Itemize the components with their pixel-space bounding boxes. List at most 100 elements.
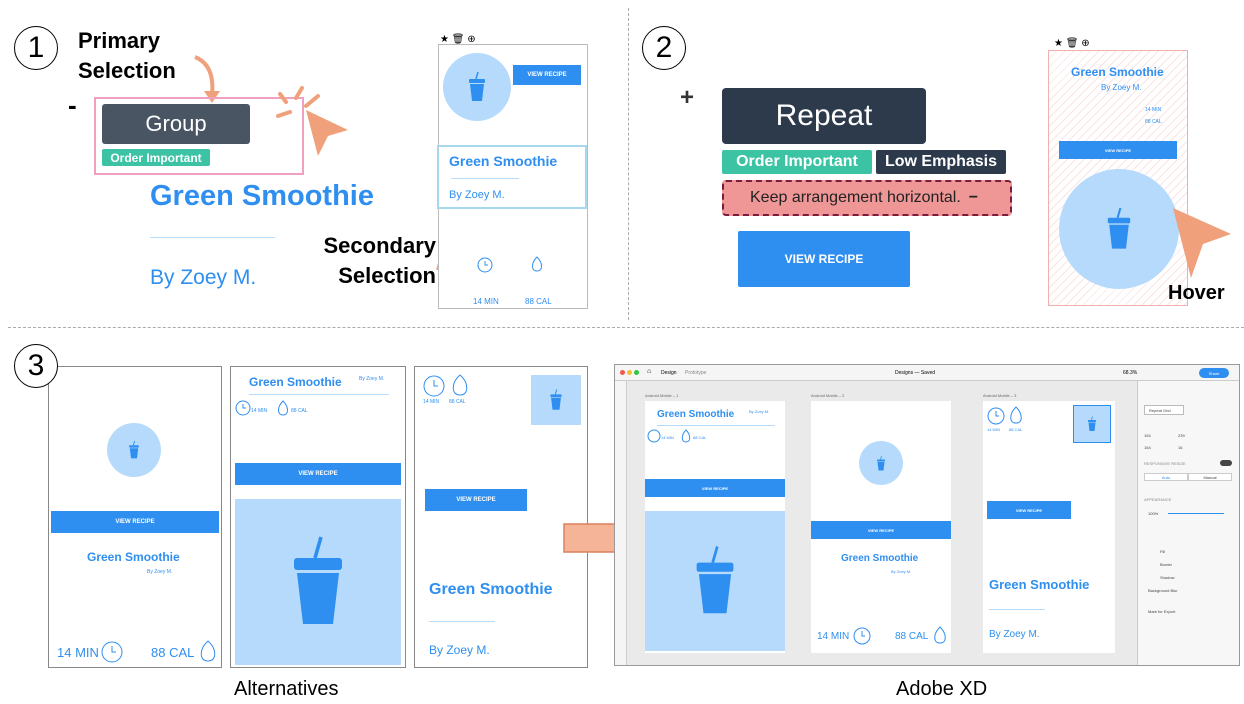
primary-label-line1: Primary [78, 28, 160, 53]
low-emphasis-tag[interactable]: Low Emphasis [876, 150, 1006, 174]
alt3-button[interactable]: VIEW RECIPE [425, 489, 527, 511]
alt3-divider [429, 621, 495, 622]
horizontal-divider [8, 327, 1244, 328]
auto-button[interactable]: Auto [1144, 473, 1188, 481]
vertical-divider [628, 8, 629, 320]
cup-circle [443, 53, 511, 121]
mockup2-author: By Zoey M. [1101, 83, 1142, 92]
mockup2-button[interactable]: VIEW RECIPE [1059, 141, 1177, 159]
constraint-text: Keep arrangement horizontal. [750, 189, 961, 206]
constraint-remove-icon[interactable]: − [969, 189, 978, 207]
zoom-level[interactable]: 68.3% [1123, 370, 1137, 376]
alt2-author: By Zoey M. [359, 376, 385, 382]
alt1-author: By Zoey M. [147, 569, 173, 575]
alt1-cal: 88 CAL [151, 645, 195, 660]
prop-x[interactable]: 154 [1144, 445, 1151, 450]
ab1-title: Green Smoothie [657, 409, 735, 420]
xd-artboard-1[interactable]: Green Smoothie By Zoey M. 14 MIN 88 CAL … [645, 401, 785, 653]
smoothie-cup-icon [1088, 416, 1096, 431]
export-label[interactable]: Mark for Export [1148, 609, 1175, 614]
secondary-label-line1: Secondary [323, 233, 437, 258]
mockup-time: 14 MIN [473, 297, 499, 306]
border-label[interactable]: Border [1160, 562, 1172, 567]
flame-icon [1010, 406, 1022, 424]
ab3-cal: 88 CAL [1009, 427, 1023, 432]
step-2-badge: 2 [642, 26, 686, 70]
view-recipe-button[interactable]: VIEW RECIPE [513, 65, 581, 85]
constraint-box[interactable]: Keep arrangement horizontal. − [722, 180, 1012, 216]
alt3-image [531, 375, 581, 425]
shadow-label[interactable]: Shadow [1160, 575, 1174, 580]
smoothie-cup-icon [550, 389, 562, 410]
plus-icon[interactable]: + [680, 84, 694, 112]
close-icon[interactable] [620, 370, 625, 375]
flame-icon [681, 429, 691, 443]
mockup-title: Green Smoothie [449, 153, 558, 169]
alt2-title: Green Smoothie [249, 375, 342, 389]
opacity-slider[interactable] [1168, 513, 1224, 514]
blur-label[interactable]: Background Blur [1148, 588, 1178, 593]
alternative-2[interactable]: Green Smoothie By Zoey M. 14 MIN 88 CAL … [230, 366, 406, 668]
alt2-button[interactable]: VIEW RECIPE [235, 463, 401, 485]
xd-artboard-3[interactable]: 14 MIN 88 CAL VIEW RECIPE Green Smoothie… [983, 401, 1115, 653]
ab3-image-selected[interactable] [1073, 405, 1111, 443]
alt1-button[interactable]: VIEW RECIPE [51, 511, 219, 533]
ab2-button[interactable]: VIEW RECIPE [811, 521, 951, 539]
responsive-toggle[interactable] [1220, 460, 1232, 466]
alternative-1[interactable]: VIEW RECIPE Green Smoothie By Zoey M. 14… [48, 366, 222, 668]
xd-artboard-2[interactable]: VIEW RECIPE Green Smoothie By Zoey M. 14… [811, 401, 951, 653]
mockup-divider [451, 178, 519, 179]
mockup-phone-1: VIEW RECIPE Green Smoothie By Zoey M. 14… [437, 44, 588, 309]
ab1-time: 14 MIN [661, 435, 674, 440]
primary-label-line2: Selection [78, 58, 176, 83]
order-important-tag-2[interactable]: Order Important [722, 150, 872, 174]
mockup2-title: Green Smoothie [1071, 65, 1164, 79]
step-1-badge: 1 [14, 26, 58, 70]
repeat-grid-button[interactable]: Repeat Grid [1144, 405, 1184, 415]
ab2-cal: 88 CAL [895, 631, 929, 642]
ab1-image [645, 511, 785, 651]
ab1-button[interactable]: VIEW RECIPE [645, 479, 785, 497]
view-recipe-button-large[interactable]: VIEW RECIPE [738, 231, 910, 287]
group-chip[interactable]: Group [102, 104, 250, 144]
clock-icon [235, 400, 251, 416]
cursor-click-icon [276, 86, 348, 156]
share-button[interactable]: Share [1199, 368, 1229, 378]
hover-cursor-icon [1173, 208, 1231, 278]
secondary-selection-label: Secondary Selection [300, 231, 437, 291]
smoothie-cup-icon [696, 546, 734, 614]
minus-icon[interactable]: - [68, 90, 77, 121]
prop-h[interactable]: 239 [1178, 433, 1185, 438]
minimize-icon[interactable] [627, 370, 632, 375]
fill-label[interactable]: Fill [1160, 549, 1165, 554]
tab-prototype[interactable]: Prototype [685, 370, 706, 376]
mockup-author: By Zoey M. [449, 189, 505, 201]
repeat-chip[interactable]: Repeat [722, 88, 926, 144]
prop-w[interactable]: 154 [1144, 433, 1151, 438]
order-important-tag[interactable]: Order Important [102, 149, 210, 166]
alt1-time: 14 MIN [57, 645, 99, 660]
primary-selection-label: Primary Selection [78, 26, 176, 86]
opacity-value[interactable]: 100% [1148, 511, 1158, 516]
mockup2-time: 14 MIN [1145, 107, 1162, 113]
alt2-cal: 88 CAL [291, 408, 308, 414]
ab3-time: 14 MIN [987, 427, 1000, 432]
prop-y[interactable]: 16 [1178, 445, 1182, 450]
secondary-label-line2: Selection [338, 263, 436, 288]
toolbar-icons-2[interactable]: ★ 🗑 ⊕ [1054, 38, 1090, 49]
clock-icon [647, 429, 661, 443]
maximize-icon[interactable] [634, 370, 639, 375]
alternatives-caption: Alternatives [234, 678, 339, 700]
clock-icon [477, 257, 493, 273]
ab2-title: Green Smoothie [841, 553, 919, 564]
ab3-button[interactable]: VIEW RECIPE [987, 501, 1071, 519]
mockup2-cal: 88 CAL [1145, 119, 1162, 125]
xd-properties-panel: Repeat Grid 154 239 154 16 RESPONSIVE RE… [1137, 381, 1239, 665]
smoothie-cup-icon [129, 441, 139, 459]
manual-button[interactable]: Manual [1188, 473, 1232, 481]
smoothie-cup-icon [877, 455, 885, 470]
home-icon[interactable]: ⌂ [647, 368, 651, 375]
clock-icon [853, 627, 871, 645]
tab-design[interactable]: Design [661, 370, 677, 376]
artboard-label-2: Android Mobile – 2 [811, 393, 845, 398]
